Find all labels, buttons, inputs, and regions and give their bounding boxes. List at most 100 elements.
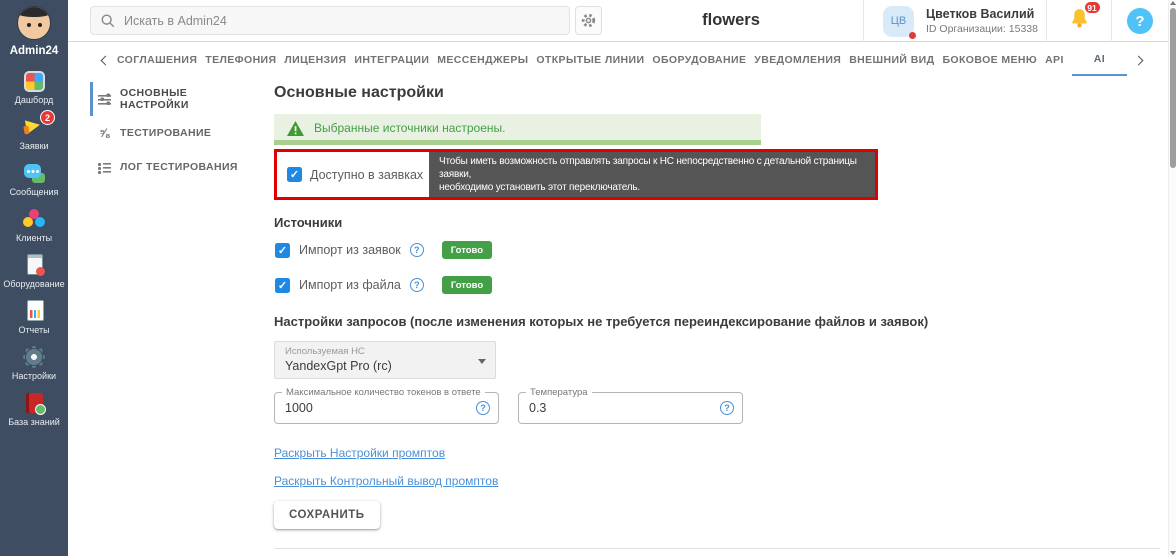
sidebar-brand: Admin24 (0, 0, 68, 57)
sidebar-item-dashboard[interactable]: Дашборд (0, 64, 68, 110)
subnav-label: ЛОГ ТЕСТИРОВАНИЯ (120, 161, 238, 173)
user-name: Цветков Василий (926, 7, 1035, 21)
sidebar-item-messages[interactable]: Сообщения (0, 156, 68, 202)
temperature-field: Температура (518, 387, 743, 424)
search-input[interactable] (124, 13, 560, 28)
sidebar-item-clients[interactable]: Клиенты (0, 202, 68, 248)
sidebar-item-label: Оборудование (3, 279, 65, 289)
brand-label: Admin24 (9, 45, 59, 57)
question-icon (1127, 8, 1153, 34)
tab-appearance[interactable]: ВНЕШНИЙ ВИД (849, 44, 934, 76)
sidebar-item-tickets[interactable]: 2 Заявки (0, 110, 68, 156)
max-tokens-field: Максимальное количество токенов в ответе (274, 387, 499, 424)
tab-telephony[interactable]: ТЕЛЕФОНИЯ (205, 44, 276, 76)
search-settings-button[interactable] (575, 6, 602, 35)
list-icon (98, 160, 111, 174)
presence-dot (909, 31, 916, 39)
tab-equipment[interactable]: ОБОРУДОВАНИЕ (652, 44, 746, 76)
topbar: flowers ЦВ Цветков Василий ID Организаци… (68, 0, 1168, 42)
notifications-button[interactable]: 91 (1046, 0, 1111, 42)
sidebar-item-label: Отчеты (18, 325, 50, 335)
chat-icon (22, 162, 46, 184)
help-icon[interactable] (476, 401, 490, 415)
avatar[interactable] (17, 6, 51, 40)
status-badge[interactable]: Готово (441, 276, 493, 294)
tab-integrations[interactable]: ИНТЕГРАЦИИ (354, 44, 429, 76)
tickets-count-badge: 2 (40, 110, 55, 125)
help-icon[interactable] (720, 401, 734, 415)
org-id: ID Организации: 15338 (926, 23, 1038, 35)
main-sidebar: Admin24 Дашборд 2 Заявки Сообщения Клиен… (0, 0, 68, 556)
select-value: YandexGpt Pro (rc) (285, 359, 392, 373)
tab-ai[interactable]: AI (1071, 44, 1128, 76)
tooltip-line: Чтобы иметь возможность отправлять запро… (439, 156, 857, 180)
tab-open-lines[interactable]: ОТКРЫТЫЕ ЛИНИИ (536, 44, 644, 76)
tab-notifications[interactable]: УВЕДОМЛЕНИЯ (754, 44, 841, 76)
expand-prompts-link[interactable]: Раскрыть Настройки промптов (274, 446, 1160, 460)
report-chart-icon (22, 300, 46, 322)
sidebar-item-settings[interactable]: Настройки (0, 340, 68, 386)
ai-subnav: ОСНОВНЫЕ НАСТРОЙКИ ⅝ ТЕСТИРОВАНИЕ ЛОГ ТЕ… (90, 80, 252, 556)
tabs-scroll-right-icon[interactable] (1133, 55, 1144, 65)
tab-license[interactable]: ЛИЦЕНЗИЯ (284, 44, 346, 76)
settings-content: Основные настройки Выбранные источники н… (252, 80, 1176, 556)
available-in-tickets-checkbox[interactable] (287, 167, 302, 182)
import-file-checkbox[interactable] (275, 277, 290, 293)
sidebar-item-equipment[interactable]: Оборудование (0, 248, 68, 294)
people-icon (22, 208, 46, 230)
content-title: Основные настройки (274, 84, 444, 101)
checkbox-label: Импорт из заявок (299, 243, 401, 257)
help-button[interactable] (1111, 0, 1168, 42)
vertical-scrollbar[interactable] (1168, 0, 1176, 556)
help-icon[interactable] (409, 278, 424, 292)
settings-tabbar: СОГЛАШЕНИЯ ТЕЛЕФОНИЯ ЛИЦЕНЗИЯ ИНТЕГРАЦИИ… (68, 44, 1168, 76)
field-label: Температура (526, 387, 592, 398)
book-icon (25, 393, 46, 415)
tab-api[interactable]: API (1045, 44, 1064, 76)
sidebar-item-label: База знаний (8, 417, 60, 427)
scrollbar-thumb[interactable] (1170, 8, 1176, 168)
temperature-input[interactable] (529, 401, 720, 415)
sidebar-item-knowledge-base[interactable]: База знаний (0, 386, 68, 432)
scroll-up-icon[interactable] (1170, 1, 1176, 5)
dashboard-icon (23, 70, 45, 92)
chevron-down-icon (478, 359, 486, 364)
tooltip: Чтобы иметь возможность отправлять запро… (429, 152, 875, 197)
model-select[interactable]: Используемая НС YandexGpt Pro (rc) (274, 341, 496, 379)
alert-text: Выбранные источники настроены. (314, 121, 506, 135)
subnav-item-testing-log[interactable]: ЛОГ ТЕСТИРОВАНИЯ (90, 150, 252, 184)
sidebar-item-reports[interactable]: Отчеты (0, 294, 68, 340)
tooltip-line: необходимо установить этот переключатель… (439, 182, 640, 193)
subnav-item-main-settings[interactable]: ОСНОВНЫЕ НАСТРОЙКИ (90, 82, 252, 116)
checkbox-label: Импорт из файла (299, 278, 401, 292)
save-button[interactable]: СОХРАНИТЬ (274, 501, 380, 529)
import-tickets-checkbox[interactable] (275, 242, 290, 258)
tune-icon (98, 92, 111, 106)
main-area: flowers ЦВ Цветков Василий ID Организаци… (68, 0, 1168, 556)
tab-messengers[interactable]: МЕССЕНДЖЕРЫ (437, 44, 528, 76)
sidebar-nav: Дашборд 2 Заявки Сообщения Клиенты Обору… (0, 64, 68, 432)
help-icon[interactable] (409, 243, 424, 257)
status-badge[interactable]: Готово (441, 241, 493, 259)
global-search[interactable] (90, 6, 570, 35)
gear-icon (581, 13, 596, 28)
gear-icon (25, 348, 43, 366)
expand-control-output-link[interactable]: Раскрыть Контрольный вывод промптов (274, 474, 1160, 488)
sidebar-item-label: Настройки (11, 371, 57, 381)
user-menu[interactable]: ЦВ Цветков Василий ID Организации: 15338 (863, 0, 1046, 42)
search-icon (101, 14, 115, 27)
subnav-item-testing[interactable]: ⅝ ТЕСТИРОВАНИЕ (90, 116, 252, 150)
source-row-file: Импорт из файла Готово (275, 276, 1160, 294)
request-settings-title: Настройки запросов (после изменения кото… (274, 314, 929, 329)
tabs-scroll-left-icon[interactable] (100, 55, 111, 65)
tab-agreements[interactable]: СОГЛАШЕНИЯ (117, 44, 197, 76)
field-label: Максимальное количество токенов в ответе (282, 387, 485, 398)
app-window: Admin24 Дашборд 2 Заявки Сообщения Клиен… (0, 0, 1176, 556)
tab-side-menu[interactable]: БОКОВОЕ МЕНЮ (942, 44, 1037, 76)
sidebar-item-label: Клиенты (15, 233, 53, 243)
sidebar-item-label: Заявки (19, 141, 49, 151)
scroll-down-icon[interactable] (1170, 551, 1176, 555)
subnav-label: ТЕСТИРОВАНИЕ (120, 127, 212, 139)
max-tokens-input[interactable] (285, 401, 476, 415)
highlighted-setting-row: Доступно в заявках Чтобы иметь возможнос… (274, 149, 878, 200)
